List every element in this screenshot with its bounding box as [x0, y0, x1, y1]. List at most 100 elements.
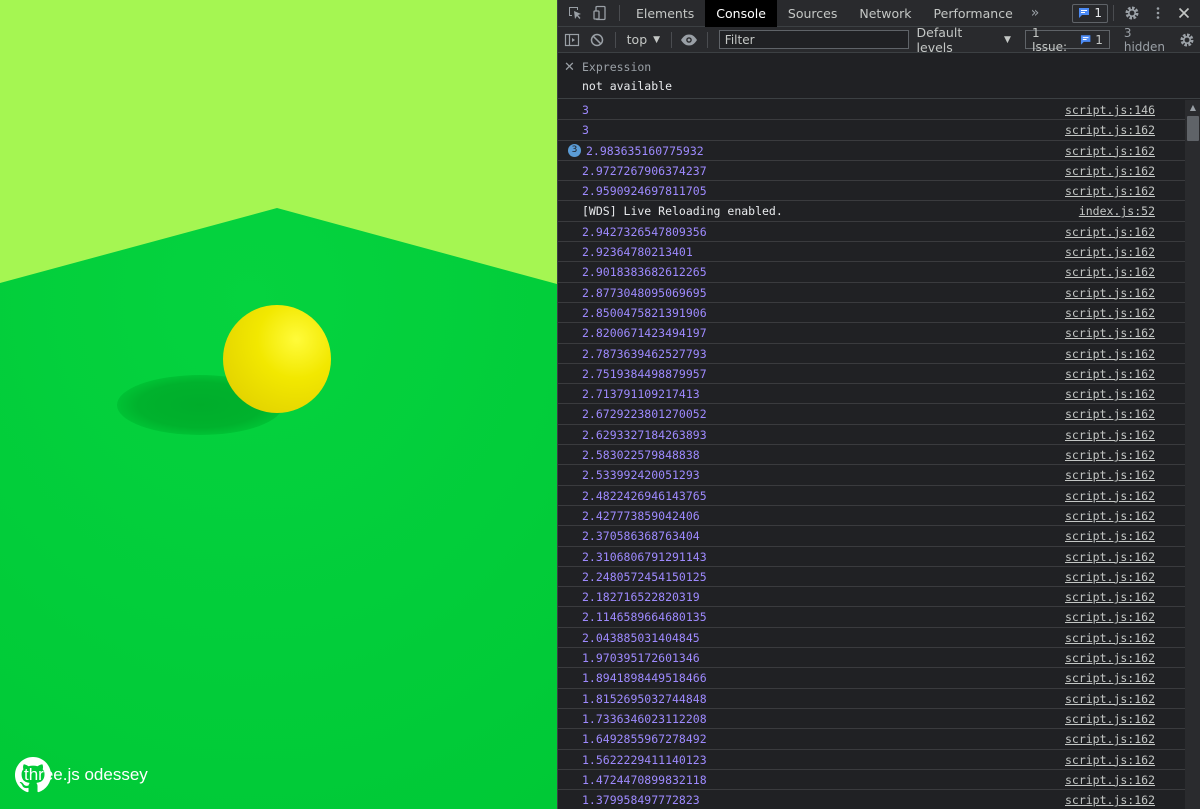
console-message: 2.7873639462527793: [582, 346, 707, 361]
source-link[interactable]: script.js:162: [1065, 286, 1155, 300]
source-link[interactable]: script.js:162: [1065, 570, 1155, 584]
source-link[interactable]: script.js:162: [1065, 144, 1155, 158]
console-message: 2.043885031404845: [582, 630, 700, 645]
branding[interactable]: three.js odessey: [15, 757, 148, 793]
console-message: 3: [582, 123, 589, 138]
remove-expression-icon[interactable]: ✕: [564, 60, 575, 75]
source-link[interactable]: script.js:162: [1065, 367, 1155, 381]
console-row: 3 script.js:162: [558, 120, 1185, 141]
ground-plane: [0, 208, 557, 809]
yellow-ball: [223, 305, 331, 413]
messages-badge[interactable]: 1: [1072, 3, 1108, 23]
device-toolbar-icon[interactable]: [588, 0, 614, 26]
clear-console-icon[interactable]: [585, 27, 610, 53]
filter-input[interactable]: [718, 30, 909, 49]
source-link[interactable]: script.js:162: [1065, 509, 1155, 523]
console-message: 1.8941898449518466: [582, 671, 707, 686]
issues-button[interactable]: 1 Issue: 1: [1024, 26, 1110, 54]
source-link[interactable]: script.js:162: [1065, 692, 1155, 706]
context-selector[interactable]: top ▼: [621, 32, 666, 47]
source-link[interactable]: script.js:162: [1065, 671, 1155, 685]
console-row: 1.5622229411140123 script.js:162: [558, 750, 1185, 770]
source-link[interactable]: script.js:162: [1065, 265, 1155, 279]
console-message: 2.6729223801270052: [582, 407, 707, 422]
console-message: 1.7336346023112208: [582, 711, 707, 726]
source-link[interactable]: script.js:162: [1065, 529, 1155, 543]
console-message: 2.182716522820319: [582, 590, 700, 605]
console-row: 1.8941898449518466 script.js:162: [558, 668, 1185, 689]
console-message: 2.583022579848838: [582, 448, 700, 463]
source-link[interactable]: script.js:162: [1065, 712, 1155, 726]
source-link[interactable]: script.js:162: [1065, 651, 1155, 665]
console-row: 2.583022579848838 script.js:162: [558, 445, 1185, 466]
source-link[interactable]: script.js:162: [1065, 123, 1155, 137]
tab-elements[interactable]: Elements: [625, 0, 705, 27]
console-log: 3 script.js:146 3 script.js:162 3 2.983635160…: [558, 100, 1185, 809]
console-row: 1.970395172601346 script.js:162: [558, 648, 1185, 669]
toolbar-divider: [619, 5, 620, 21]
tab-performance[interactable]: Performance: [923, 0, 1024, 27]
source-link[interactable]: script.js:146: [1065, 103, 1155, 117]
source-link[interactable]: index.js:52: [1079, 204, 1155, 218]
console-row: 1.8152695032744848 script.js:162: [558, 689, 1185, 709]
threejs-canvas[interactable]: three.js odessey: [0, 0, 557, 809]
source-link[interactable]: script.js:162: [1065, 387, 1155, 401]
console-row: 2.9018383682612265 script.js:162: [558, 262, 1185, 283]
console-row: 2.3106806791291143 script.js:162: [558, 547, 1185, 567]
console-message: 2.9018383682612265: [582, 265, 707, 280]
console-message: 2.8500475821391906: [582, 305, 707, 320]
console-row: 2.8200671423494197 script.js:162: [558, 323, 1185, 344]
dropdown-arrow-icon: ▼: [1004, 34, 1011, 45]
console-row: 2.533992420051293 script.js:162: [558, 465, 1185, 486]
console-message: [WDS] Live Reloading enabled.: [582, 204, 783, 219]
console-message: 2.2480572454150125: [582, 569, 707, 584]
console-message: 2.7519384498879957: [582, 366, 707, 381]
console-row: 2.182716522820319 script.js:162: [558, 587, 1185, 608]
log-levels-value: Default levels: [916, 24, 963, 55]
source-link[interactable]: script.js:162: [1065, 326, 1155, 340]
source-link[interactable]: script.js:162: [1065, 245, 1155, 259]
scroll-up-icon[interactable]: ▲: [1185, 100, 1200, 115]
settings-gear-icon[interactable]: [1119, 0, 1145, 26]
source-link[interactable]: script.js:162: [1065, 489, 1155, 503]
live-expression-eye-icon[interactable]: [677, 27, 702, 53]
source-link[interactable]: script.js:162: [1065, 448, 1155, 462]
console-toolbar: top ▼ Default levels ▼ 1 Issue: 1 3 hidd…: [558, 25, 1200, 55]
close-devtools-icon[interactable]: [1171, 0, 1197, 26]
tab-console[interactable]: Console: [705, 0, 777, 27]
tab-network[interactable]: Network: [848, 0, 922, 27]
sidebar-toggle-icon[interactable]: [560, 27, 585, 53]
console-settings-gear-icon[interactable]: [1174, 27, 1199, 53]
source-link[interactable]: script.js:162: [1065, 631, 1155, 645]
source-link[interactable]: script.js:162: [1065, 407, 1155, 421]
source-link[interactable]: script.js:162: [1065, 164, 1155, 178]
log-levels-dropdown[interactable]: Default levels ▼: [917, 25, 1011, 55]
double-chevron-right-icon[interactable]: »: [1024, 0, 1047, 27]
message-icon: [1080, 34, 1091, 45]
source-link[interactable]: script.js:162: [1065, 753, 1155, 767]
source-link[interactable]: script.js:162: [1065, 468, 1155, 482]
source-link[interactable]: script.js:162: [1065, 184, 1155, 198]
source-link[interactable]: script.js:162: [1065, 225, 1155, 239]
live-expression: ✕ Expression not available: [558, 54, 1200, 99]
source-link[interactable]: script.js:162: [1065, 428, 1155, 442]
scrollbar-thumb[interactable]: [1187, 116, 1199, 141]
dropdown-arrow-icon: ▼: [653, 34, 661, 45]
console-row: 1.7336346023112208 script.js:162: [558, 709, 1185, 730]
source-link[interactable]: script.js:162: [1065, 793, 1155, 807]
tab-sources[interactable]: Sources: [777, 0, 848, 27]
source-link[interactable]: script.js:162: [1065, 306, 1155, 320]
source-link[interactable]: script.js:162: [1065, 590, 1155, 604]
expression-label[interactable]: Expression: [582, 60, 651, 74]
console-scrollbar[interactable]: ▲: [1185, 100, 1200, 809]
source-link[interactable]: script.js:162: [1065, 610, 1155, 624]
source-link[interactable]: script.js:162: [1065, 773, 1155, 787]
source-link[interactable]: script.js:162: [1065, 550, 1155, 564]
console-row: 1.379958497772823 script.js:162: [558, 790, 1185, 809]
console-row: 2.713791109217413 script.js:162: [558, 384, 1185, 405]
kebab-menu-icon[interactable]: [1145, 0, 1171, 26]
source-link[interactable]: script.js:162: [1065, 347, 1155, 361]
source-link[interactable]: script.js:162: [1065, 732, 1155, 746]
console-row: 2.9727267906374237 script.js:162: [558, 161, 1185, 182]
inspect-element-icon[interactable]: [562, 0, 588, 26]
